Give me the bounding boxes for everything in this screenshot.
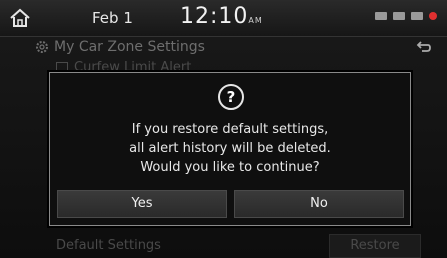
confirm-dialog: ? If you restore default settings, all a… — [49, 72, 411, 226]
home-icon — [10, 8, 30, 27]
restore-button[interactable]: Restore — [329, 234, 421, 258]
status-date: Feb 1 — [92, 9, 133, 27]
gear-icon — [36, 41, 48, 53]
home-button[interactable] — [6, 6, 34, 30]
page-title: My Car Zone Settings — [54, 39, 205, 55]
dialog-message: If you restore default settings, all ale… — [50, 120, 410, 177]
default-settings-label: Default Settings — [56, 238, 161, 253]
dialog-message-line2: all alert history will be deleted. — [129, 141, 331, 156]
back-icon[interactable] — [415, 39, 431, 55]
status-icons — [375, 12, 437, 20]
status-time: 12:10AM — [180, 4, 263, 29]
status-bar: Feb 1 12:10AM — [0, 0, 447, 37]
footer-row: Default Settings Restore — [0, 232, 447, 258]
no-button[interactable]: No — [234, 190, 404, 218]
dialog-message-line3: Would you like to continue? — [140, 160, 320, 175]
title-row: My Car Zone Settings — [0, 36, 447, 60]
yes-button[interactable]: Yes — [57, 190, 227, 218]
signal-icon — [411, 12, 423, 20]
record-icon — [429, 12, 437, 20]
question-icon: ? — [218, 84, 244, 110]
bluetooth-icon — [393, 12, 405, 20]
screen: Feb 1 12:10AM My Car Zone Settings Curfe… — [0, 0, 447, 258]
usb-icon — [375, 12, 387, 20]
status-time-value: 12:10 — [180, 4, 249, 29]
dialog-message-line1: If you restore default settings, — [131, 122, 329, 137]
status-time-suffix: AM — [248, 16, 263, 25]
